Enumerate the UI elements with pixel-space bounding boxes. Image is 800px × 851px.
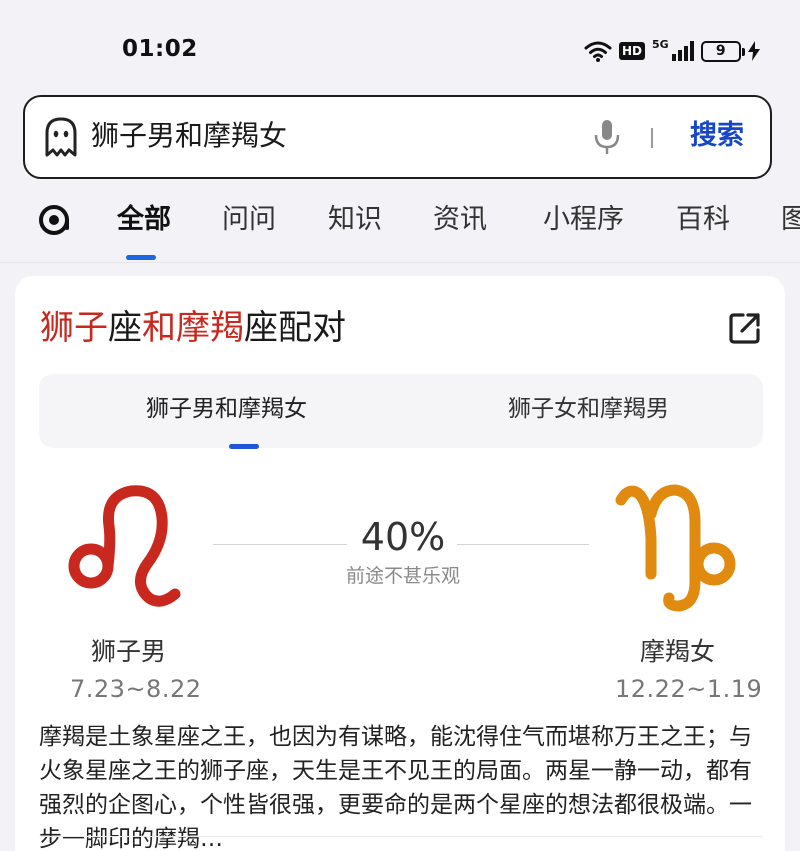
- search-divider: [651, 128, 653, 148]
- hd-badge: HD: [619, 42, 646, 60]
- match-score-label: 前途不甚乐观: [345, 565, 460, 587]
- score-line-left: [213, 544, 347, 545]
- search-input[interactable]: [91, 115, 561, 157]
- title-part-capricorn: 摩羯: [176, 308, 244, 348]
- tab-all[interactable]: 全部: [117, 200, 171, 240]
- left-sign-name: 狮子男: [91, 637, 167, 666]
- status-bar: 01:02 HD 5G 9: [0, 0, 800, 95]
- title-part-and: 和: [142, 308, 176, 348]
- battery-icon: 9: [700, 40, 745, 62]
- tab-mini-program[interactable]: 小程序: [543, 200, 624, 240]
- card-title[interactable]: 狮子座和摩羯座配对: [40, 304, 346, 352]
- left-sign-date: 7.23~8.22: [70, 675, 202, 703]
- card-divider: [39, 836, 763, 837]
- battery-level: 9: [715, 43, 726, 59]
- pair-tab-leo-man[interactable]: 狮子男和摩羯女: [146, 392, 307, 426]
- active-tab-indicator: [126, 255, 156, 260]
- title-part-match: 座配对: [244, 308, 346, 348]
- status-time: 01:02: [122, 36, 198, 62]
- pair-tab-indicator: [229, 444, 259, 449]
- search-bar[interactable]: 搜索: [23, 95, 772, 179]
- pair-tabs: 狮子男和摩羯女 狮子女和摩羯男: [39, 374, 763, 449]
- tab-news[interactable]: 资讯: [433, 200, 487, 240]
- at-icon[interactable]: [36, 202, 72, 238]
- right-sign-name: 摩羯女: [640, 637, 716, 666]
- tab-images[interactable]: 图: [781, 200, 800, 240]
- tab-wenwen[interactable]: 问问: [222, 200, 276, 240]
- pair-tab-leo-woman[interactable]: 狮子女和摩羯男: [508, 392, 669, 426]
- microphone-icon[interactable]: [593, 119, 621, 155]
- wifi-icon: [584, 41, 612, 62]
- title-part-zuo: 座: [108, 308, 142, 348]
- match-score: 40%: [360, 515, 446, 559]
- search-tabs: 全部 问问 知识 资讯 小程序 百科 图: [0, 190, 800, 262]
- ghost-icon[interactable]: [43, 117, 79, 157]
- tab-knowledge[interactable]: 知识: [328, 200, 382, 240]
- signal-icon: [671, 41, 694, 61]
- search-button[interactable]: 搜索: [690, 115, 744, 157]
- charging-icon: [747, 41, 760, 61]
- tabs-divider: [0, 262, 800, 263]
- title-part-leo: 狮子: [40, 308, 108, 348]
- network-type-label: 5G: [652, 37, 669, 51]
- leo-symbol-icon: [68, 485, 181, 607]
- right-sign-date: 12.22~1.19: [615, 675, 763, 703]
- share-icon[interactable]: [727, 310, 763, 346]
- tab-encyclopedia[interactable]: 百科: [676, 200, 730, 240]
- status-icons: HD 5G 9: [584, 36, 760, 66]
- score-line-right: [457, 544, 589, 545]
- match-description[interactable]: 摩羯是土象星座之王，也因为有谋略，能沈得住气而堪称万王之王；与火象星座之王的狮子…: [39, 720, 763, 851]
- capricorn-symbol-icon: [615, 484, 736, 612]
- zodiac-match-card: 狮子座和摩羯座配对 狮子男和摩羯女 狮子女和摩羯男 40% 前途不甚乐观 狮子男…: [15, 276, 785, 851]
